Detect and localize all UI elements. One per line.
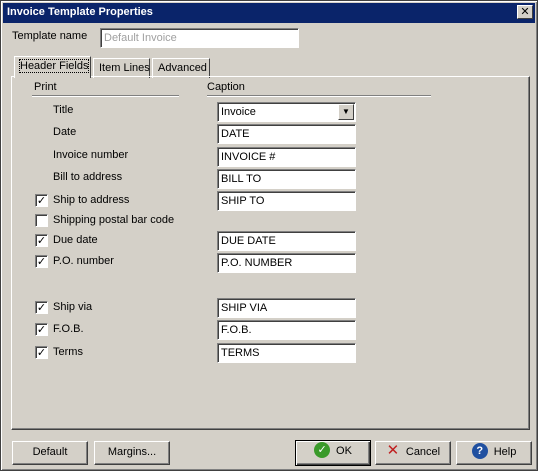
fob-caption-field[interactable]: F.O.B. [217, 320, 356, 340]
ok-button-label: OK [336, 445, 352, 457]
ship-via-checkbox[interactable]: ✓ [35, 301, 48, 314]
cancel-button-label: Cancel [405, 446, 441, 458]
tab-header-fields[interactable]: Header Fields [14, 56, 91, 78]
due-date-caption-field[interactable]: DUE DATE [217, 231, 356, 251]
po-number-caption-field[interactable]: P.O. NUMBER [217, 253, 356, 273]
cancel-x-icon: ✕ [386, 442, 400, 460]
terms-caption-field[interactable]: TERMS [217, 343, 356, 363]
default-button[interactable]: Default [12, 441, 88, 465]
help-question-icon: ? [471, 443, 488, 460]
due-date-label: Due date [53, 234, 98, 246]
template-name-field[interactable]: Default Invoice [100, 28, 299, 48]
tab-item-lines[interactable]: Item Lines [93, 58, 150, 78]
help-button-label: Help [493, 446, 517, 458]
due-date-checkbox[interactable]: ✓ [35, 234, 48, 247]
ship-to-checkbox[interactable]: ✓ [35, 194, 48, 207]
help-button[interactable]: ? Help [456, 441, 532, 465]
tab-advanced[interactable]: Advanced [152, 58, 210, 78]
po-number-label: P.O. number [53, 255, 114, 267]
print-column-header: Print [34, 81, 57, 93]
margins-button[interactable]: Margins... [94, 441, 170, 465]
caption-header-rule [207, 95, 431, 97]
fob-label: F.O.B. [53, 323, 84, 335]
postal-bar-code-label: Shipping postal bar code [53, 214, 175, 226]
po-number-checkbox[interactable]: ✓ [35, 255, 48, 268]
invoice-number-caption-field[interactable]: INVOICE # [217, 147, 356, 167]
bill-to-label: Bill to address [53, 171, 123, 183]
bill-to-caption-field[interactable]: BILL TO [217, 169, 356, 189]
postal-bar-code-checkbox[interactable] [35, 214, 48, 227]
caption-column-header: Caption [207, 81, 245, 93]
print-header-rule [32, 95, 179, 97]
ok-button[interactable]: ✓ OK [295, 440, 371, 466]
cancel-button[interactable]: ✕ Cancel [375, 441, 451, 465]
title-caption-value: Invoice [221, 106, 256, 118]
terms-label: Terms [53, 346, 83, 358]
ship-via-caption-field[interactable]: SHIP VIA [217, 298, 356, 318]
title-bar[interactable]: Invoice Template Properties ✕ [3, 3, 535, 23]
window-title: Invoice Template Properties [7, 6, 153, 18]
tab-advanced-label: Advanced [158, 62, 207, 74]
title-label: Title [53, 104, 74, 116]
terms-checkbox[interactable]: ✓ [35, 346, 48, 359]
tab-item-lines-label: Item Lines [99, 62, 150, 74]
ship-to-caption-field[interactable]: SHIP TO [217, 191, 356, 211]
fob-checkbox[interactable]: ✓ [35, 323, 48, 336]
dialog-window: Invoice Template Properties ✕ Template n… [0, 0, 538, 471]
ok-check-icon: ✓ [314, 442, 331, 459]
invoice-number-label: Invoice number [53, 149, 129, 161]
ship-to-label: Ship to address [53, 194, 130, 206]
tab-header-fields-label: Header Fields [18, 59, 90, 73]
ship-via-label: Ship via [53, 301, 93, 313]
title-caption-select[interactable]: Invoice ▼ [217, 102, 356, 122]
close-icon[interactable]: ✕ [517, 5, 533, 19]
date-label: Date [53, 126, 77, 138]
template-name-label: Template name [12, 30, 88, 42]
date-caption-field[interactable]: DATE [217, 124, 356, 144]
chevron-down-icon[interactable]: ▼ [338, 104, 354, 120]
